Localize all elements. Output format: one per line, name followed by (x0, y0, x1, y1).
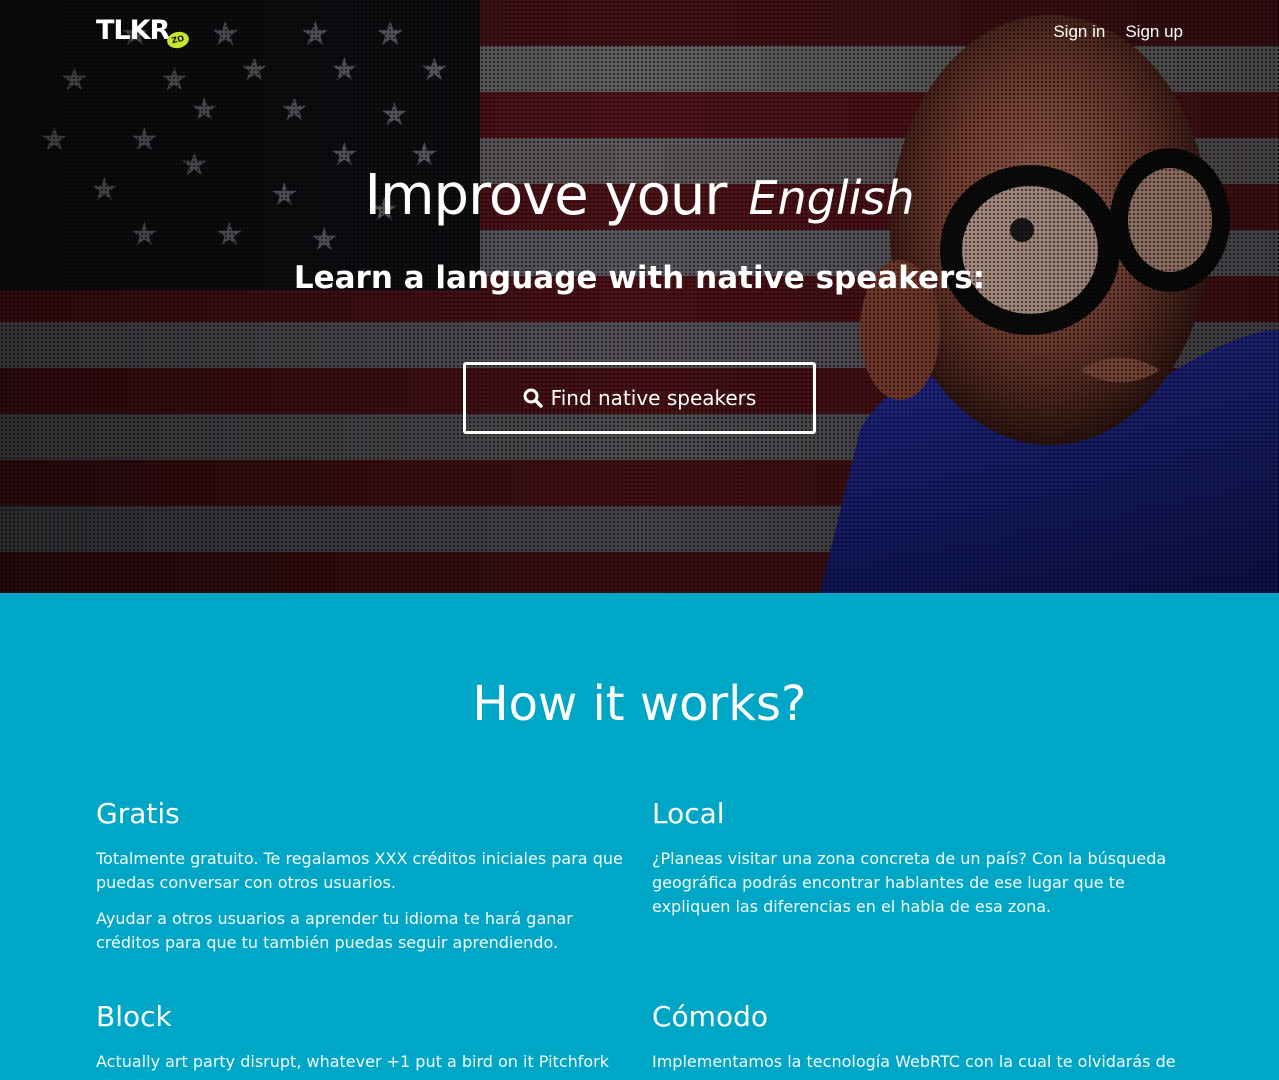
feature-title: Cómodo (652, 1000, 768, 1033)
hero-section: ★ ★ ★ ★ ★ ★ ★ ★ ★ ★ ★ ★ ★ ★ ★ ★ ★ ★ ★ ★ ★ ★ ★ TLKR ZO Sign… (0, 0, 1279, 593)
feature-title: Gratis (96, 797, 180, 830)
sign-up-link[interactable]: Sign up (1125, 20, 1183, 44)
auth-nav: Sign in Sign up (1053, 20, 1183, 44)
sign-in-link[interactable]: Sign in (1053, 20, 1105, 44)
top-navbar: TLKR ZO Sign in Sign up (0, 0, 1279, 66)
hero-title: Improve your English (0, 160, 1279, 234)
feature-gratis: Gratis Totalmente gratuito. Te regalamos… (96, 796, 626, 967)
find-native-speakers-button[interactable]: Find native speakers (463, 362, 816, 434)
feature-comodo: Cómodo Implementamos la tecnología WebRT… (652, 999, 1182, 1080)
hero-content: Improve your English Learn a language wit… (0, 0, 1279, 593)
logo-badge: ZO (165, 29, 191, 51)
how-it-works-section: How it works? Gratis Totalmente gratuito… (0, 593, 1279, 1080)
hero-title-text: Improve your (364, 163, 727, 228)
how-it-works-title: How it works? (472, 676, 807, 732)
search-icon (523, 388, 543, 408)
hero-language-word: English (748, 171, 915, 225)
find-native-speakers-label: Find native speakers (550, 386, 757, 410)
logo-text: TLKR (96, 15, 170, 46)
feature-block: Block Actually art party disrupt, whatev… (96, 999, 626, 1080)
feature-title: Local (652, 797, 725, 830)
hero-subtitle: Learn a language with native speakers: (293, 260, 986, 296)
feature-text: Ayudar a otros usuarios a aprender tu id… (96, 909, 573, 952)
feature-local: Local ¿Planeas visitar una zona concreta… (652, 796, 1182, 931)
feature-text: Implementamos la tecnología WebRTC con l… (652, 1052, 1176, 1080)
feature-text: Actually art party disrupt, whatever +1 … (96, 1052, 610, 1080)
feature-text: ¿Planeas visitar una zona concreta de un… (652, 849, 1167, 916)
brand-logo[interactable]: TLKR ZO (96, 15, 191, 51)
feature-title: Block (96, 1000, 172, 1033)
feature-text: Totalmente gratuito. Te regalamos XXX cr… (96, 849, 623, 892)
